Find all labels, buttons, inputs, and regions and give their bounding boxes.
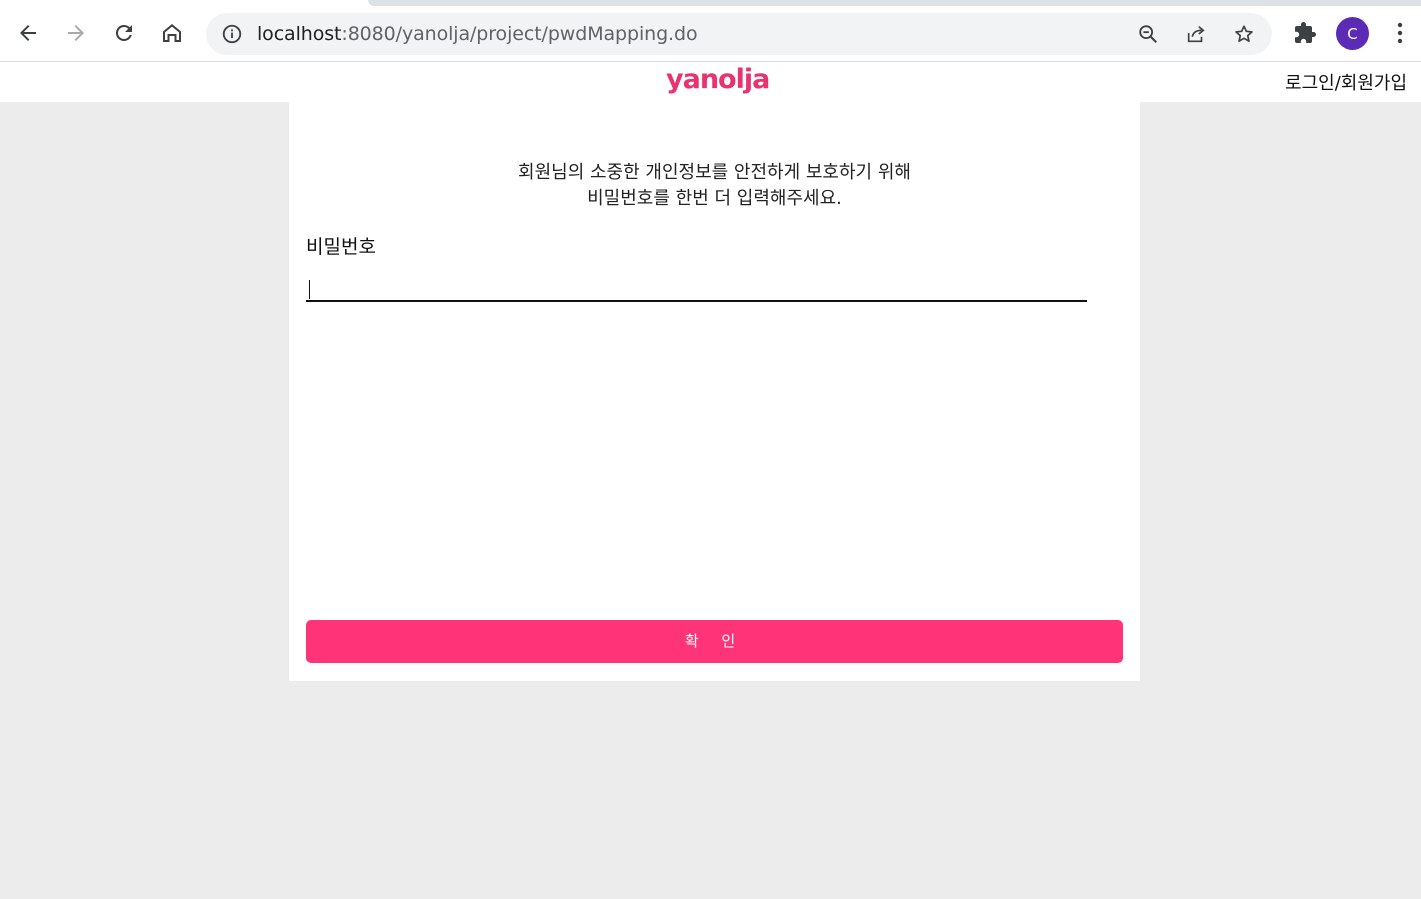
profile-avatar[interactable]: C (1336, 17, 1369, 50)
notice-line-1: 회원님의 소중한 개인정보를 안전하게 보호하기 위해 (518, 162, 911, 183)
tab-strip (368, 0, 1421, 6)
yanolja-logo[interactable]: yanolja (666, 64, 770, 95)
reload-icon (115, 24, 132, 41)
kebab-menu-icon[interactable] (1388, 18, 1412, 48)
address-bar[interactable]: localhost:8080/yanolja/project/pwdMappin… (206, 13, 1272, 55)
arrow-right-icon (68, 25, 84, 41)
forward-button[interactable] (59, 16, 93, 50)
arrow-left-icon (20, 25, 36, 41)
zoom-out-icon[interactable] (1136, 22, 1160, 46)
share-icon[interactable] (1184, 22, 1208, 46)
notice-line-2: 비밀번호를 한번 더 입력해주세요. (587, 188, 842, 209)
star-icon[interactable] (1232, 22, 1256, 46)
reload-button[interactable] (107, 16, 141, 50)
info-icon[interactable] (220, 22, 244, 46)
extensions-button[interactable] (1290, 18, 1320, 48)
site-header: yanolja 로그인/회원가입 (0, 62, 1421, 102)
confirm-button[interactable]: 확 인 (306, 620, 1123, 663)
password-label: 비밀번호 (306, 236, 376, 258)
login-signup-link[interactable]: 로그인/회원가입 (1285, 69, 1407, 95)
home-button[interactable] (155, 16, 189, 50)
url-text[interactable]: localhost:8080/yanolja/project/pwdMappin… (257, 23, 698, 45)
url-path: :8080/yanolja/project/pwdMapping.do (341, 23, 698, 45)
url-host: localhost (257, 23, 342, 45)
browser-toolbar: localhost:8080/yanolja/project/pwdMappin… (0, 0, 1421, 62)
notice-text: 회원님의 소중한 개인정보를 안전하게 보호하기 위해 비밀번호를 한번 더 입… (289, 160, 1140, 212)
back-button[interactable] (11, 16, 45, 50)
puzzle-icon (1295, 22, 1316, 43)
text-caret (309, 280, 310, 299)
password-input[interactable] (306, 274, 1087, 302)
home-icon (163, 24, 181, 42)
password-confirm-card: 회원님의 소중한 개인정보를 안전하게 보호하기 위해 비밀번호를 한번 더 입… (289, 102, 1140, 681)
